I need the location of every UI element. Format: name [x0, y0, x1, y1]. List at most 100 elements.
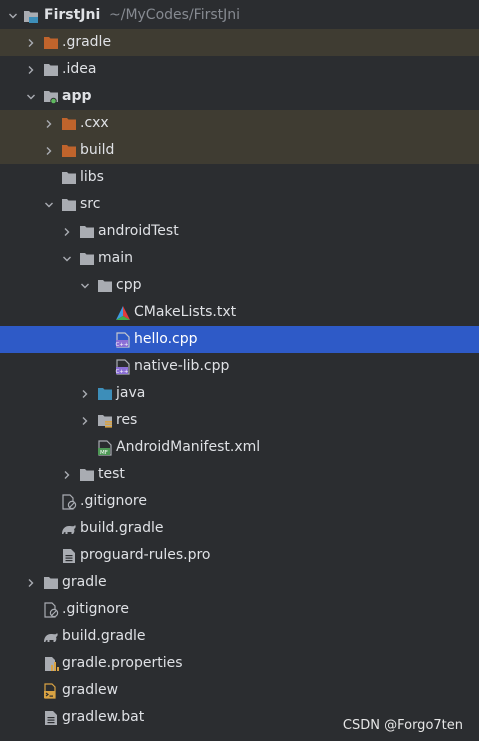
svg-text:MF: MF — [100, 450, 108, 456]
tree-node-main[interactable]: main — [0, 245, 479, 272]
folder-icon — [43, 569, 59, 596]
chevron-down-icon[interactable] — [42, 191, 56, 218]
tree-node-label: androidTest — [98, 223, 179, 239]
tree-node-label: src — [80, 196, 101, 212]
tree-node-app-build-gradle[interactable]: build.gradle — [0, 515, 479, 542]
resource-folder-icon — [97, 407, 113, 434]
folder-icon — [43, 29, 59, 56]
tree-node-androidtest[interactable]: androidTest — [0, 218, 479, 245]
chevron-right-icon[interactable] — [60, 461, 74, 488]
tree-node-dot-gradle[interactable]: .gradle — [0, 29, 479, 56]
shell-script-icon — [43, 677, 59, 704]
tree-node-app[interactable]: app — [0, 83, 479, 110]
tree-node-androidmanifest[interactable]: MF AndroidManifest.xml — [0, 434, 479, 461]
tree-node-label: AndroidManifest.xml — [116, 439, 261, 455]
svg-text:C++: C++ — [115, 369, 128, 375]
tree-node-app-gitignore[interactable]: .gitignore — [0, 488, 479, 515]
tree-node-label: gradlew — [62, 682, 119, 698]
chevron-right-icon[interactable] — [24, 29, 38, 56]
project-folder-icon — [23, 2, 39, 29]
tree-node-label: build.gradle — [80, 520, 164, 536]
tree-node-label: .idea — [62, 61, 97, 77]
tree-node-root-gitignore[interactable]: .gitignore — [0, 596, 479, 623]
tree-node-label: res — [116, 412, 138, 428]
tree-node-test[interactable]: test — [0, 461, 479, 488]
cpp-file-icon: C++ — [115, 326, 131, 353]
chevron-down-icon[interactable] — [60, 245, 74, 272]
folder-icon — [61, 137, 77, 164]
tree-node-gradle-folder[interactable]: gradle — [0, 569, 479, 596]
tree-node-label: gradlew.bat — [62, 709, 145, 725]
tree-node-cpp[interactable]: cpp — [0, 272, 479, 299]
tree-node-native-lib-cpp[interactable]: C++ native-lib.cpp — [0, 353, 479, 380]
tree-node-proguard-rules[interactable]: proguard-rules.pro — [0, 542, 479, 569]
tree-node-label: main — [98, 250, 133, 266]
chevron-down-icon[interactable] — [6, 2, 20, 29]
module-folder-icon — [43, 83, 59, 110]
chevron-right-icon[interactable] — [78, 380, 92, 407]
tree-node-label: .cxx — [80, 115, 109, 131]
gitignore-icon — [61, 488, 77, 515]
tree-node-gradle-properties[interactable]: gradle.properties — [0, 650, 479, 677]
tree-node-label: gradle.properties — [62, 655, 183, 671]
watermark: CSDN @Forgo7ten — [342, 718, 463, 733]
tree-node-libs[interactable]: libs — [0, 164, 479, 191]
gradle-icon — [61, 515, 77, 542]
cpp-file-icon: C++ — [115, 353, 131, 380]
chevron-right-icon[interactable] — [42, 137, 56, 164]
folder-icon — [97, 272, 113, 299]
tree-node-label: libs — [80, 169, 104, 185]
tree-node-java[interactable]: java — [0, 380, 479, 407]
tree-node-label: native-lib.cpp — [134, 358, 230, 374]
tree-node-dot-cxx[interactable]: .cxx — [0, 110, 479, 137]
tree-node-label: hello.cpp — [134, 331, 198, 347]
tree-node-label: CMakeLists.txt — [134, 304, 237, 320]
chevron-right-icon[interactable] — [42, 110, 56, 137]
folder-icon — [61, 110, 77, 137]
folder-icon — [79, 461, 95, 488]
folder-icon — [79, 245, 95, 272]
folder-icon — [61, 191, 77, 218]
tree-node-label: cpp — [116, 277, 142, 293]
chevron-down-icon[interactable] — [78, 272, 92, 299]
project-tree: FirstJni ~/MyCodes/FirstJni .gradle .ide… — [0, 2, 479, 731]
tree-node-label: test — [98, 466, 125, 482]
chevron-right-icon[interactable] — [60, 218, 74, 245]
tree-node-src[interactable]: src — [0, 191, 479, 218]
project-path-hint: ~/MyCodes/FirstJni — [109, 7, 241, 23]
tree-node-build[interactable]: build — [0, 137, 479, 164]
folder-icon — [43, 56, 59, 83]
tree-node-dot-idea[interactable]: .idea — [0, 56, 479, 83]
tree-node-root-build-gradle[interactable]: build.gradle — [0, 623, 479, 650]
chevron-right-icon[interactable] — [24, 56, 38, 83]
manifest-icon: MF — [97, 434, 113, 461]
source-folder-icon — [97, 380, 113, 407]
tree-node-label: build — [80, 142, 115, 158]
chevron-right-icon[interactable] — [24, 569, 38, 596]
chevron-down-icon[interactable] — [24, 83, 38, 110]
folder-icon — [79, 218, 95, 245]
tree-node-hello-cpp[interactable]: C++ hello.cpp — [0, 326, 479, 353]
tree-node-label: .gitignore — [62, 601, 129, 617]
project-root-label: FirstJni — [44, 7, 101, 23]
tree-node-cmakelists[interactable]: CMakeLists.txt — [0, 299, 479, 326]
text-file-icon — [43, 704, 59, 731]
folder-icon — [61, 164, 77, 191]
cmake-icon — [115, 299, 131, 326]
tree-node-label: gradle — [62, 574, 107, 590]
svg-text:C++: C++ — [115, 342, 128, 348]
tree-node-label: build.gradle — [62, 628, 146, 644]
text-file-icon — [61, 542, 77, 569]
tree-node-label: .gradle — [62, 34, 112, 50]
tree-node-res[interactable]: res — [0, 407, 479, 434]
tree-node-label: .gitignore — [80, 493, 147, 509]
tree-node-label: app — [62, 88, 92, 104]
tree-node-label: proguard-rules.pro — [80, 547, 211, 563]
gitignore-icon — [43, 596, 59, 623]
tree-node-gradlew[interactable]: gradlew — [0, 677, 479, 704]
properties-icon — [43, 650, 59, 677]
gradle-icon — [43, 623, 59, 650]
tree-node-label: java — [116, 385, 146, 401]
chevron-right-icon[interactable] — [78, 407, 92, 434]
tree-node-firstjni[interactable]: FirstJni ~/MyCodes/FirstJni — [0, 2, 479, 29]
